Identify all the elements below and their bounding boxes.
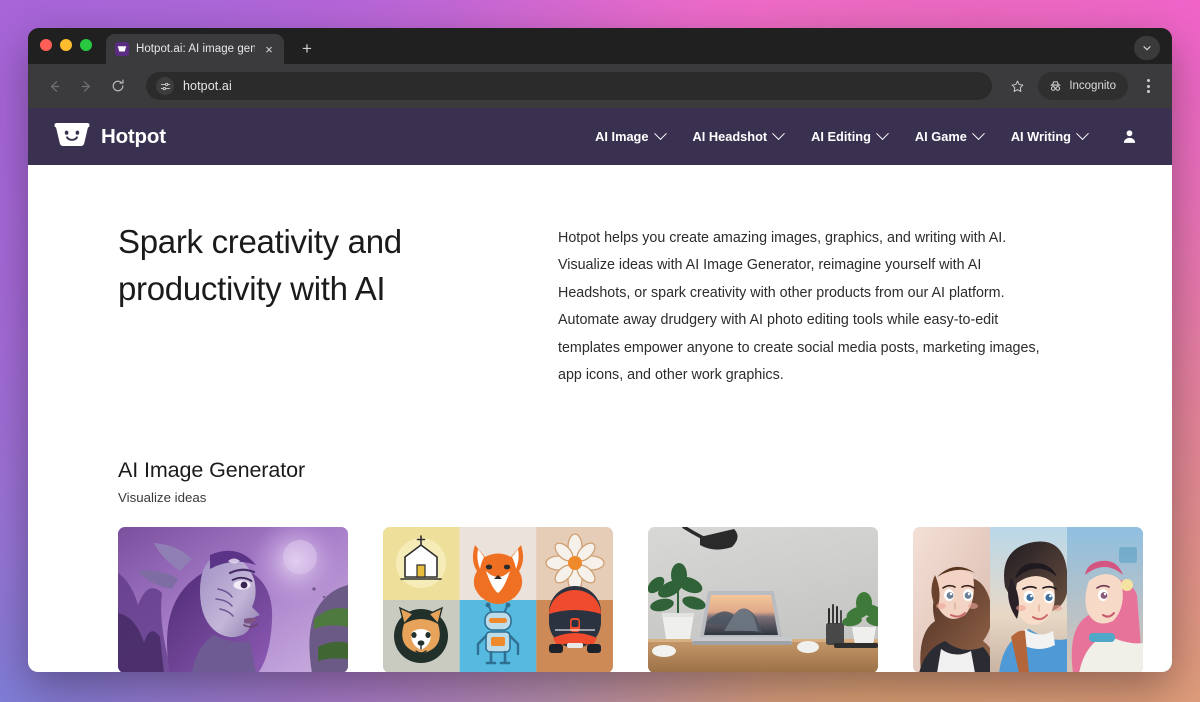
chevron-down-icon[interactable] bbox=[1134, 36, 1160, 60]
incognito-hat-icon bbox=[1050, 80, 1061, 91]
address-bar[interactable]: hotpot.ai bbox=[146, 72, 993, 100]
incognito-label: Incognito bbox=[1069, 80, 1116, 92]
kebab-menu-icon[interactable] bbox=[1136, 72, 1160, 100]
nav-item-label: AI Image bbox=[595, 129, 649, 144]
maximize-window-button[interactable] bbox=[80, 39, 92, 51]
product-card-row: AI images bbox=[118, 526, 1143, 672]
browser-window: Hotpot.ai: AI image generator × + bbox=[28, 28, 1172, 672]
person-account-icon[interactable] bbox=[1121, 128, 1138, 145]
desk-laptop-photo-thumbnail[interactable] bbox=[648, 526, 878, 672]
fantasy-elf-portrait-thumbnail[interactable] bbox=[118, 526, 348, 672]
hero-section: Spark creativity and productivity with A… bbox=[28, 219, 1172, 390]
chevron-down-icon bbox=[1076, 127, 1089, 141]
site-menu: AI Image AI Headshot AI Editing AI Game … bbox=[595, 127, 1138, 145]
nav-item-label: AI Writing bbox=[1010, 129, 1071, 144]
tune-sliders-icon[interactable] bbox=[156, 77, 174, 95]
section-subtitle: Visualize ideas bbox=[118, 489, 207, 505]
product-card[interactable]: AI logos bbox=[383, 526, 613, 672]
reload-icon[interactable] bbox=[104, 72, 132, 100]
nav-item-ai-editing[interactable]: AI Editing bbox=[811, 127, 889, 144]
product-card[interactable]: AI anime bbox=[913, 526, 1143, 672]
chevron-down-icon bbox=[876, 127, 889, 141]
forward-arrow-icon[interactable] bbox=[72, 72, 100, 100]
url-text: hotpot.ai bbox=[183, 79, 232, 93]
minimize-window-button[interactable] bbox=[60, 39, 72, 51]
product-card[interactable]: AI images bbox=[118, 526, 348, 672]
product-card[interactable]: AI stock photos bbox=[648, 526, 878, 672]
nav-item-ai-game[interactable]: AI Game bbox=[914, 127, 985, 144]
nav-item-label: AI Editing bbox=[811, 129, 871, 144]
tab-strip: Hotpot.ai: AI image generator × + bbox=[28, 28, 1172, 64]
logo-grid-thumbnail[interactable] bbox=[383, 526, 613, 672]
browser-tab[interactable]: Hotpot.ai: AI image generator × bbox=[106, 34, 284, 64]
back-arrow-icon[interactable] bbox=[40, 72, 68, 100]
nav-item-ai-writing[interactable]: AI Writing bbox=[1010, 127, 1089, 144]
chevron-down-icon bbox=[653, 127, 667, 141]
nav-item-ai-headshot[interactable]: AI Headshot bbox=[692, 127, 786, 144]
nav-item-ai-image[interactable]: AI Image bbox=[595, 127, 667, 144]
page-viewport: Hotpot AI Image AI Headshot AI Editing A… bbox=[28, 108, 1172, 672]
page-content: Spark creativity and productivity with A… bbox=[28, 165, 1172, 672]
incognito-indicator[interactable]: Incognito bbox=[1038, 72, 1128, 100]
brand-name: Hotpot bbox=[101, 124, 166, 148]
tab-title: Hotpot.ai: AI image generator bbox=[136, 43, 255, 55]
star-icon[interactable] bbox=[1004, 73, 1030, 99]
nav-item-label: AI Game bbox=[914, 129, 967, 144]
section-title: AI Image Generator bbox=[118, 457, 306, 482]
site-navigation-bar: Hotpot AI Image AI Headshot AI Editing A… bbox=[28, 108, 1172, 165]
chevron-down-icon bbox=[971, 127, 985, 141]
hotpot-pot-icon bbox=[115, 42, 129, 56]
new-tab-button[interactable]: + bbox=[298, 40, 316, 57]
brand-logo-link[interactable]: Hotpot bbox=[54, 121, 166, 153]
ai-image-generator-section: AI Image Generator Visualize ideas bbox=[28, 458, 1172, 672]
anime-portraits-thumbnail[interactable] bbox=[913, 526, 1143, 672]
nav-item-label: AI Headshot bbox=[692, 129, 768, 144]
page-title: Spark creativity and productivity with A… bbox=[118, 223, 402, 307]
close-icon[interactable]: × bbox=[262, 43, 276, 56]
chevron-down-icon bbox=[772, 127, 786, 141]
close-window-button[interactable] bbox=[40, 39, 52, 51]
hotpot-smiling-pot-logo bbox=[54, 121, 90, 153]
window-controls bbox=[40, 28, 92, 64]
hero-description: Hotpot helps you create amazing images, … bbox=[558, 230, 1040, 384]
browser-toolbar: hotpot.ai Incognito bbox=[28, 64, 1172, 108]
